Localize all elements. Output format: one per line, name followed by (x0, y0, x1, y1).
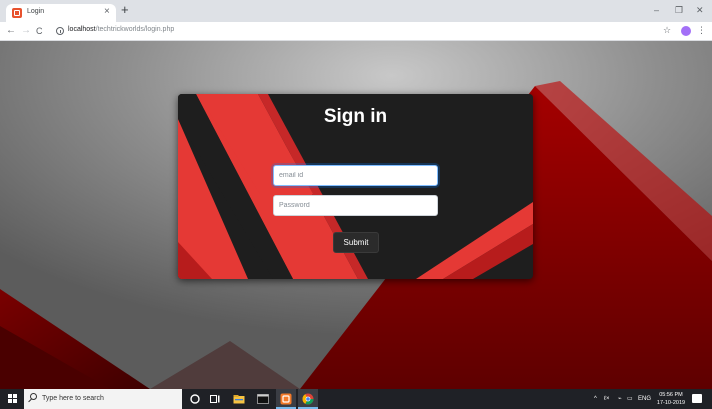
restore-button[interactable]: ❐ (675, 5, 683, 15)
profile-icon[interactable] (681, 26, 691, 36)
page-title: Sign in (323, 106, 388, 127)
page-favicon-icon (12, 8, 22, 18)
page-viewport: Sign in Submit (0, 41, 712, 389)
windows-start-icon[interactable] (8, 394, 18, 404)
browser-tab-login[interactable]: Login × (6, 4, 116, 22)
sublime-text-icon (280, 393, 292, 405)
browser-tab-strip: Login × + – ❐ ✕ (0, 0, 712, 22)
reload-icon[interactable]: C (36, 25, 43, 37)
cortana-icon[interactable] (189, 393, 201, 405)
network-icon[interactable]: ⌁ (618, 395, 622, 403)
clock-date: 17-10-2019 (656, 400, 686, 406)
forward-arrow-icon[interactable]: → (21, 25, 31, 37)
kebab-menu-icon[interactable]: ⋮ (697, 25, 706, 35)
minimize-button[interactable]: – (654, 5, 659, 15)
browser-toolbar: ← → C localhost/techtrickworlds/login.ph… (0, 22, 712, 41)
new-tab-button[interactable]: + (121, 3, 129, 17)
taskbar-active-app[interactable] (276, 389, 296, 409)
login-card: Sign in Submit (178, 94, 533, 279)
terminal-icon[interactable] (257, 393, 269, 405)
taskbar-chrome-app[interactable] (298, 389, 318, 409)
star-icon[interactable]: ☆ (663, 25, 671, 35)
url-text: localhost/techtrickworlds/login.php (68, 26, 174, 33)
notification-center-icon[interactable] (692, 394, 702, 403)
submit-button[interactable]: Submit (333, 232, 379, 253)
back-arrow-icon[interactable]: ← (6, 25, 16, 37)
close-tab-icon[interactable]: × (104, 6, 110, 18)
close-window-button[interactable]: ✕ (696, 5, 704, 15)
task-view-icon[interactable] (209, 393, 221, 405)
chrome-icon (302, 393, 314, 405)
file-explorer-icon[interactable] (233, 393, 245, 405)
language-indicator[interactable]: ENG (638, 395, 651, 403)
url-host: localhost (68, 26, 96, 33)
taskbar-search-box[interactable]: Type here to search (24, 389, 182, 409)
address-bar[interactable]: localhost/techtrickworlds/login.php (50, 25, 650, 38)
email-field[interactable] (273, 165, 438, 186)
volume-icon[interactable]: ℓ× (604, 395, 609, 403)
url-path: /techtrickworlds/login.php (95, 26, 175, 33)
battery-icon[interactable]: ▭ (627, 395, 633, 403)
tray-overflow-icon[interactable]: ^ (594, 395, 597, 403)
password-field[interactable] (273, 195, 438, 216)
search-icon (30, 393, 37, 400)
info-icon[interactable] (56, 27, 64, 35)
search-placeholder: Type here to search (42, 395, 104, 402)
tab-title: Login (27, 8, 45, 15)
taskbar: Type here to search ^ ℓ× ⌁ ▭ ENG 05:56 P… (0, 389, 712, 409)
taskbar-clock[interactable]: 05:56 PM 17-10-2019 (656, 391, 686, 407)
clock-time: 05:56 PM (659, 392, 683, 398)
